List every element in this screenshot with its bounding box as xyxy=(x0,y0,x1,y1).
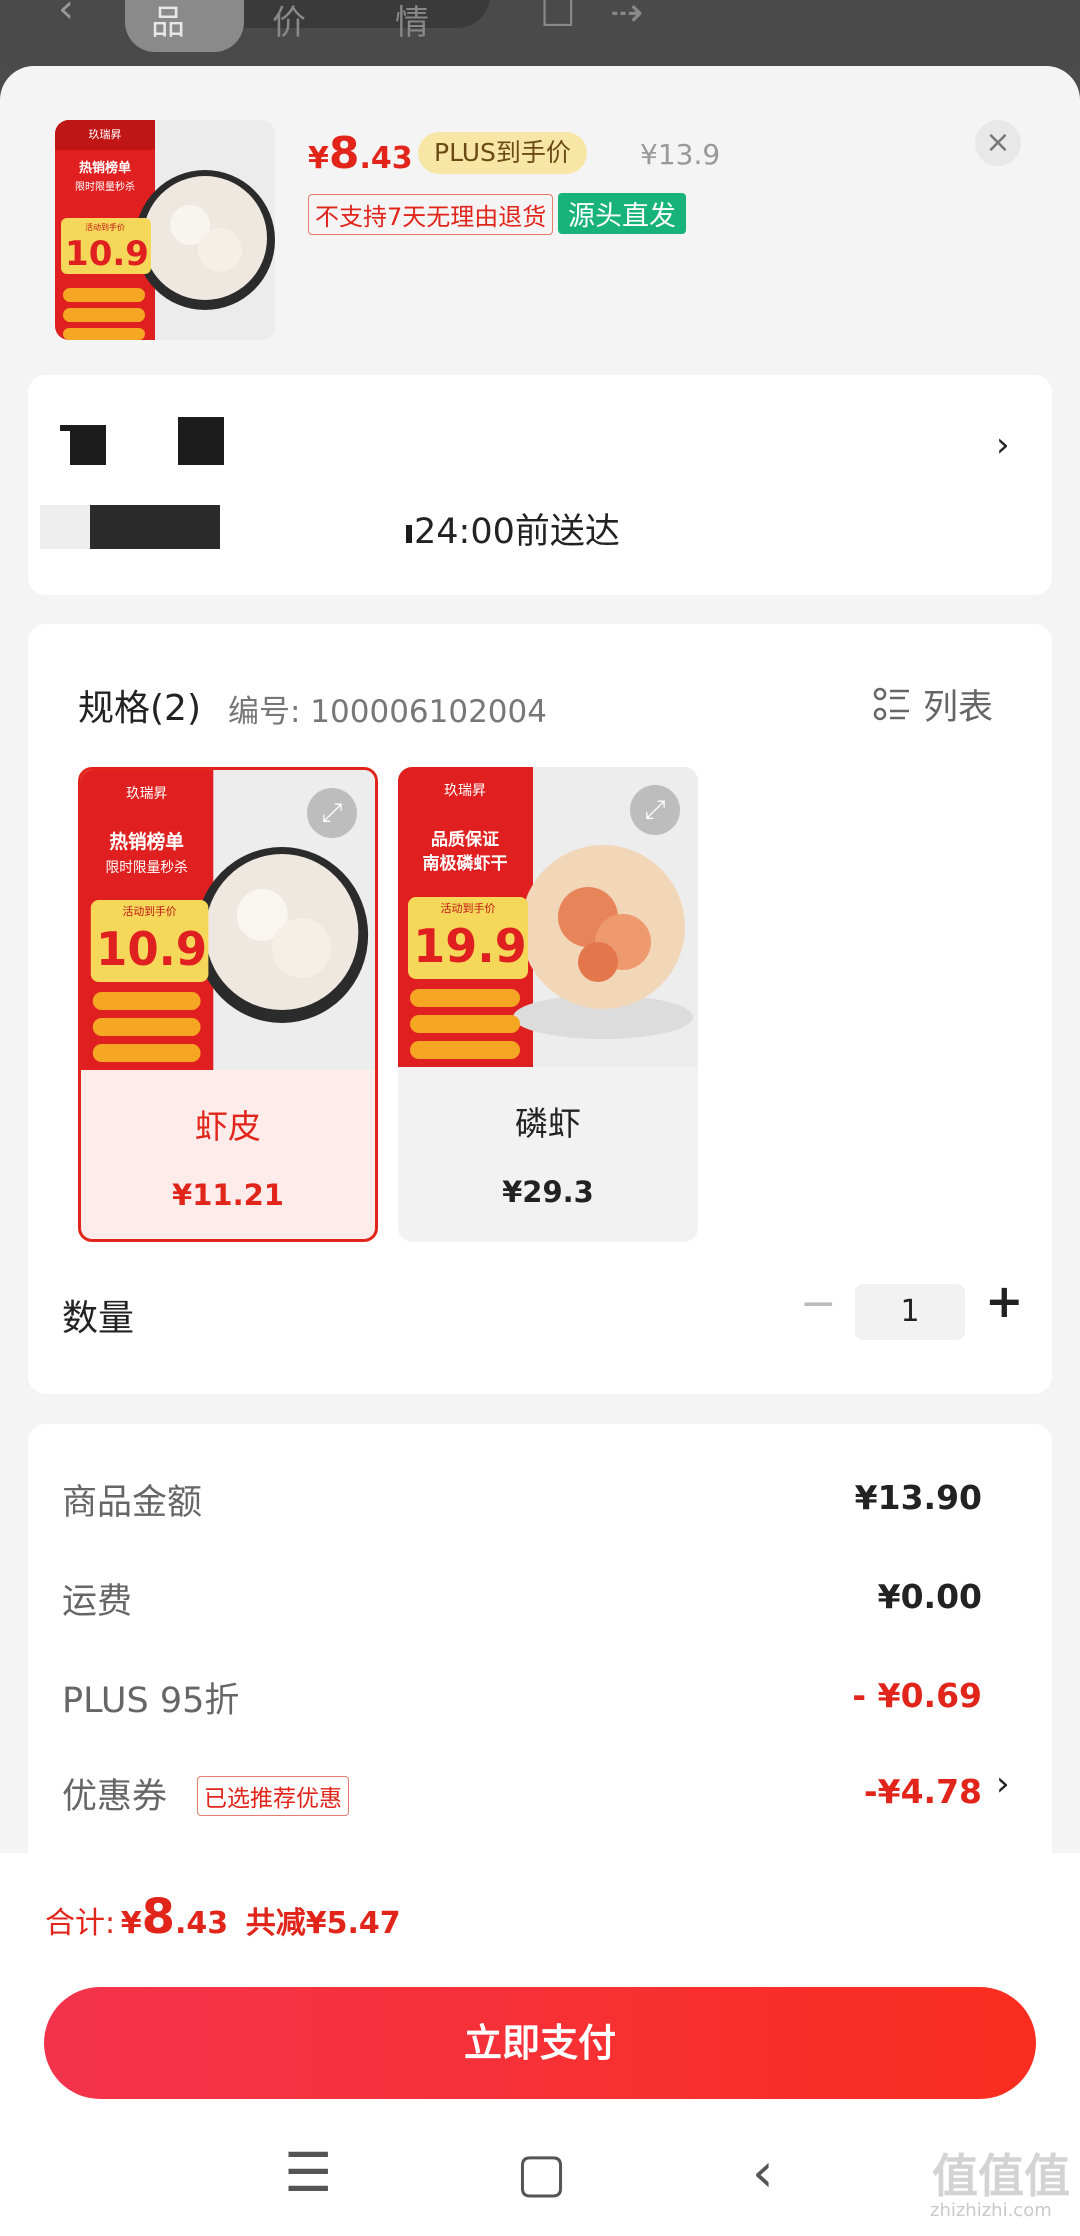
thumb-brand: 玖瑞昇 xyxy=(89,127,122,141)
pay-now-button[interactable]: 立即支付 xyxy=(44,1987,1036,2099)
option-headline1: 热销榜单 xyxy=(109,830,184,853)
total-line: 合计: ¥8.43 共减¥5.47 xyxy=(45,1889,401,1945)
option-promo-price: 19.9 xyxy=(413,919,527,973)
option-promo-price: 10.9 xyxy=(96,923,207,977)
option-promo-label: 活动到手价 xyxy=(123,904,177,918)
system-nav-bar: ☰ ▢ ‹ xyxy=(0,2123,1080,2223)
spec-title: 规格(2) xyxy=(78,688,201,729)
option-brand: 玖瑞昇 xyxy=(126,786,167,802)
top-tabs: 商品 评价 详情 xyxy=(125,0,490,52)
chevron-right-icon[interactable]: › xyxy=(996,1764,1010,1804)
back-arrow-icon[interactable]: ‹ xyxy=(58,0,74,32)
product-thumbnail-image: 玖瑞昇 热销榜单 限时限量秒杀 活动到手价 10.9 xyxy=(55,120,275,340)
option-promo-label: 活动到手价 xyxy=(441,901,496,915)
spec-option-shrimp-skin[interactable]: 玖瑞昇 热销榜单 限时限量秒杀 活动到手价 10.9 ⤢ 虾皮 ¥11.21 xyxy=(78,767,378,1242)
quantity-label: 数量 xyxy=(62,1298,135,1339)
plus-discount-value: - ¥0.69 xyxy=(852,1676,982,1715)
address-card[interactable]: 24:00前送达 › xyxy=(28,375,1052,595)
option-headline1: 品质保证 xyxy=(431,829,499,850)
option-price: ¥29.3 xyxy=(502,1175,594,1209)
thumb-headline1: 热销榜单 xyxy=(79,160,131,176)
quantity-minus-button[interactable]: − xyxy=(800,1278,837,1329)
watermark-logo: 值值值 xyxy=(932,2149,1070,2203)
expand-icon[interactable]: ⤢ xyxy=(630,785,680,835)
checkout-panel: 合计: ¥8.43 共减¥5.47 立即支付 ☰ ▢ ‹ xyxy=(0,1853,1080,2236)
spec-option-krill[interactable]: 玖瑞昇 品质保证 南极磷虾干 活动到手价 19.9 ⤢ 磷虾 ¥29.3 xyxy=(398,767,698,1242)
no-return-tag: 不支持7天无理由退货 xyxy=(308,194,554,235)
delivery-time: 24:00前送达 xyxy=(414,512,620,552)
redacted-block xyxy=(70,425,106,465)
option-brand: 玖瑞昇 xyxy=(444,783,486,799)
chevron-right-icon: › xyxy=(996,425,1010,465)
tab-product[interactable]: 商品 xyxy=(125,0,244,52)
watermark-site: zhizhizhi.com xyxy=(930,2200,1052,2221)
original-price: ¥13.9 xyxy=(640,138,721,171)
current-price: ¥8.43 xyxy=(308,128,413,179)
share-icon[interactable]: ⇢ xyxy=(610,0,644,36)
option-name: 磷虾 xyxy=(515,1104,581,1143)
bookmark-icon[interactable]: ☐ xyxy=(540,0,576,36)
close-button[interactable]: × xyxy=(975,120,1021,166)
shipping-label: 运费 xyxy=(62,1582,133,1622)
goods-amount-label: 商品金额 xyxy=(62,1483,203,1523)
list-view-label: 列表 xyxy=(923,688,994,728)
thumb-headline2: 限时限量秒杀 xyxy=(75,180,135,193)
redacted-block xyxy=(406,525,412,543)
tab-details[interactable]: 详情 xyxy=(367,0,490,44)
option-headline2: 限时限量秒杀 xyxy=(106,860,188,876)
redacted-block xyxy=(178,417,224,465)
redacted-block xyxy=(40,505,90,549)
list-view-toggle[interactable]: 列表 xyxy=(873,679,993,730)
plus-price-badge: PLUS到手价 xyxy=(418,132,587,174)
quantity-plus-button[interactable]: + xyxy=(985,1274,1024,1328)
list-icon xyxy=(873,687,909,720)
source-direct-tag: 源头直发 xyxy=(558,193,686,234)
option-name: 虾皮 xyxy=(195,1107,261,1146)
spec-card: 规格(2) 编号: 100006102004 列表 玖瑞昇 热销榜单 限时限量秒… xyxy=(28,624,1052,1394)
option-headline2: 南极磷虾干 xyxy=(423,853,508,874)
home-square-icon[interactable]: ▢ xyxy=(516,2141,567,2204)
option-price: ¥11.21 xyxy=(172,1178,284,1212)
menu-icon[interactable]: ☰ xyxy=(284,2141,332,2204)
quantity-input[interactable]: 1 xyxy=(855,1284,965,1340)
tab-reviews[interactable]: 评价 xyxy=(244,0,367,44)
thumb-promo-price: 10.9 xyxy=(65,234,149,274)
thumb-promo-label: 活动到手价 xyxy=(85,222,125,232)
top-bar: ‹ 商品 评价 详情 ☐ ⇢ xyxy=(0,0,1080,66)
price-summary-card: 商品金额 ¥13.90 运费 ¥0.00 PLUS 95折 - ¥0.69 优惠… xyxy=(28,1424,1052,1924)
back-icon[interactable]: ‹ xyxy=(752,2141,774,2204)
goods-amount-value: ¥13.90 xyxy=(854,1478,982,1517)
plus-discount-label: PLUS 95折 xyxy=(62,1681,240,1721)
expand-icon[interactable]: ⤢ xyxy=(307,788,357,838)
product-thumbnail[interactable]: 玖瑞昇 热销榜单 限时限量秒杀 活动到手价 10.9 xyxy=(55,120,275,340)
shipping-value: ¥0.00 xyxy=(877,1577,982,1616)
total-saved: 共减¥5.47 xyxy=(245,1906,401,1941)
coupon-label: 优惠券 xyxy=(62,1777,168,1817)
redacted-block xyxy=(90,505,220,549)
coupon-recommend-tag: 已选推荐优惠 xyxy=(197,1776,349,1816)
coupon-value: -¥4.78 xyxy=(863,1772,982,1811)
total-label: 合计: xyxy=(45,1906,116,1941)
spec-code: 编号: 100006102004 xyxy=(228,694,547,730)
